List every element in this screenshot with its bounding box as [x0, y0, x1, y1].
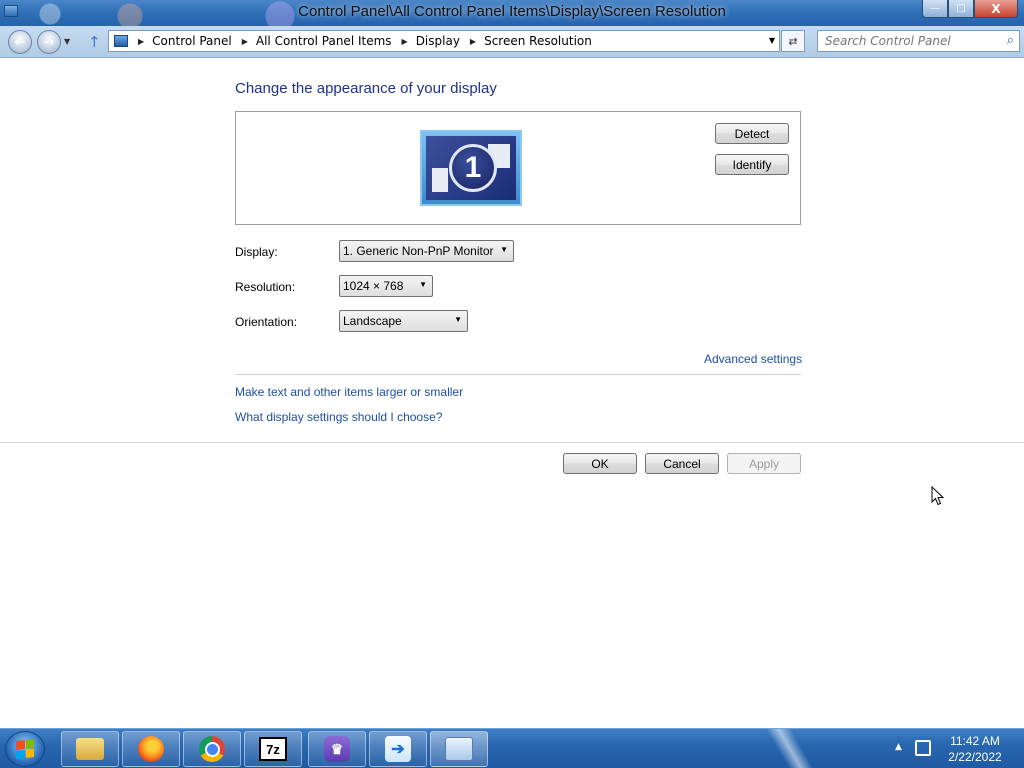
close-button[interactable]: X [974, 0, 1018, 18]
up-button[interactable]: ↑ [88, 33, 101, 51]
windows-logo-icon [16, 739, 34, 759]
monitor-window-graphic [432, 168, 448, 192]
display-settings-help-link[interactable]: What display settings should I choose? [235, 410, 442, 424]
breadcrumb: ▶ Control Panel ▶ All Control Panel Item… [128, 34, 592, 48]
clock[interactable]: 11:42 AM 2/22/2022 [940, 733, 1010, 765]
orientation-select-value: Landscape [343, 314, 402, 328]
page-heading: Change the appearance of your display [235, 80, 497, 97]
resolution-label: Resolution: [235, 280, 296, 294]
chrome-icon [199, 736, 225, 762]
display-label: Display: [235, 245, 278, 259]
breadcrumb-separator-icon[interactable]: ▶ [138, 37, 144, 46]
taskbar-7zip[interactable]: 7z [244, 731, 302, 767]
resolution-select[interactable]: 1024 × 768 ▼ [339, 275, 433, 297]
breadcrumb-display[interactable]: Display [416, 34, 460, 48]
display-select-value: 1. Generic Non-PnP Monitor [343, 244, 494, 258]
system-tray: ▲ 11:42 AM 2/22/2022 [890, 729, 1024, 768]
recent-pages-dropdown-icon[interactable]: ▼ [64, 37, 70, 46]
breadcrumb-all-items[interactable]: All Control Panel Items [256, 34, 392, 48]
orientation-select[interactable]: Landscape ▼ [339, 310, 468, 332]
text-size-link[interactable]: Make text and other items larger or smal… [235, 385, 463, 399]
folder-icon [76, 738, 104, 760]
address-bar[interactable]: ▶ Control Panel ▶ All Control Panel Item… [108, 30, 780, 52]
back-arrow-icon: ← [14, 34, 26, 50]
cursor-arrow-icon [931, 486, 945, 506]
7zip-icon: 7z [259, 737, 287, 761]
divider [235, 374, 801, 375]
main-content: Change the appearance of your display 1 … [0, 59, 1024, 727]
window-controls: — □ X [922, 0, 1018, 18]
taskbar-brave[interactable]: ♛ [308, 731, 366, 767]
monitor-number: 1 [449, 144, 497, 192]
firefox-icon [138, 736, 164, 762]
breadcrumb-separator-icon[interactable]: ▶ [402, 37, 408, 46]
resolution-select-value: 1024 × 768 [343, 279, 404, 293]
back-button[interactable]: ← [8, 30, 32, 54]
chevron-down-icon: ▼ [454, 315, 462, 324]
taskbar-firefox[interactable] [122, 731, 180, 767]
address-history-dropdown-icon[interactable]: ▼ [769, 36, 775, 45]
orientation-label: Orientation: [235, 315, 298, 329]
chevron-down-icon: ▼ [419, 280, 427, 289]
apply-button: Apply [727, 453, 801, 474]
show-hidden-icons-icon[interactable]: ▲ [895, 742, 902, 752]
display-preview-panel: 1 Detect Identify [235, 111, 801, 225]
search-input[interactable] [818, 31, 988, 51]
start-button[interactable] [5, 731, 45, 767]
breadcrumb-separator-icon[interactable]: ▶ [242, 37, 248, 46]
window-title: Control Panel\All Control Panel Items\Di… [298, 3, 726, 20]
forward-button[interactable]: → [37, 30, 61, 54]
search-box[interactable]: ⌕ [817, 30, 1020, 52]
taskbar-control-panel[interactable] [430, 731, 488, 767]
chevron-down-icon: ▼ [500, 245, 508, 254]
clock-time: 11:42 AM [950, 734, 1000, 748]
forward-arrow-icon: → [43, 34, 55, 50]
search-icon[interactable]: ⌕ [1007, 33, 1014, 48]
ok-button[interactable]: OK [563, 453, 637, 474]
control-panel-icon [114, 35, 128, 47]
monitor-screen: 1 [426, 136, 516, 200]
title-bar: Control Panel\All Control Panel Items\Di… [0, 0, 1024, 26]
monitor-1-thumbnail[interactable]: 1 [420, 130, 522, 206]
navigation-bar: ← → ▼ ↑ ▶ Control Panel ▶ All Control Pa… [0, 26, 1024, 58]
identify-button[interactable]: Identify [715, 154, 789, 175]
network-icon[interactable] [915, 740, 931, 756]
taskbar-chrome[interactable] [183, 731, 241, 767]
control-panel-icon [445, 737, 473, 761]
minimize-button[interactable]: — [922, 0, 948, 18]
breadcrumb-separator-icon[interactable]: ▶ [470, 37, 476, 46]
breadcrumb-control-panel[interactable]: Control Panel [152, 34, 232, 48]
taskbar: 7z ♛ ➔ ▲ 11:42 AM 2/22/2022 [0, 728, 1024, 768]
taskbar-arrow-app[interactable]: ➔ [369, 731, 427, 767]
arrow-app-icon: ➔ [385, 736, 411, 762]
taskbar-glare [760, 729, 820, 768]
advanced-settings-link[interactable]: Advanced settings [704, 352, 802, 366]
brave-icon: ♛ [324, 736, 350, 762]
breadcrumb-screen-resolution[interactable]: Screen Resolution [484, 34, 592, 48]
clock-date: 2/22/2022 [948, 750, 1002, 764]
refresh-button[interactable]: ⇄ [781, 30, 805, 52]
display-select[interactable]: 1. Generic Non-PnP Monitor ▼ [339, 240, 514, 262]
maximize-button[interactable]: □ [948, 0, 974, 18]
divider [0, 442, 1024, 443]
cancel-button[interactable]: Cancel [645, 453, 719, 474]
taskbar-explorer[interactable] [61, 731, 119, 767]
detect-button[interactable]: Detect [715, 123, 789, 144]
